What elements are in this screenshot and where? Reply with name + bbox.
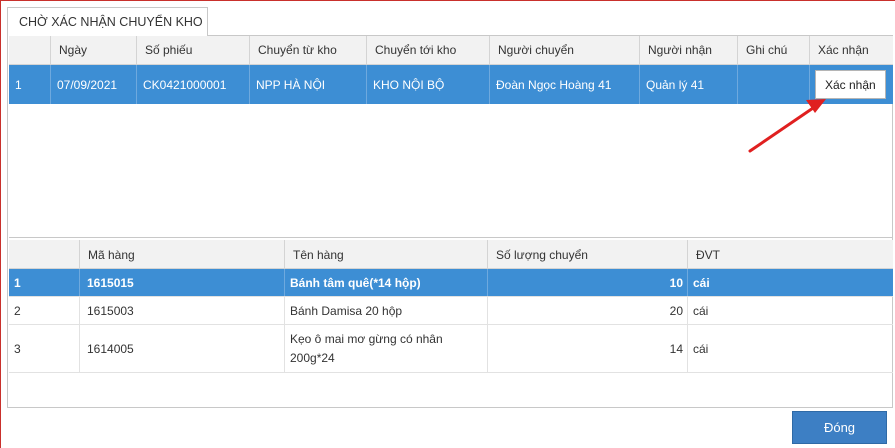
- cell-index: 2: [9, 297, 80, 324]
- table-row[interactable]: 1 07/09/2021 CK0421000001 NPP HÀ NỘI KHO…: [9, 65, 893, 104]
- col-header-index: [9, 36, 51, 64]
- transfer-grid: Ngày Số phiếu Chuyển từ kho Chuyển tới k…: [9, 36, 893, 238]
- col-header-ticket[interactable]: Số phiếu: [137, 36, 250, 64]
- cell-date: 07/09/2021: [51, 65, 137, 104]
- col-header-to-warehouse[interactable]: Chuyển tới kho: [367, 36, 490, 64]
- col-header-quantity[interactable]: Số lượng chuyển: [488, 240, 688, 268]
- table-row[interactable]: 2 1615003 Bánh Damisa 20 hộp 20 cái: [9, 297, 893, 325]
- cell-confirm: Xác nhận: [810, 65, 893, 104]
- cell-sender: Đoàn Ngọc Hoàng 41: [490, 65, 640, 104]
- cell-from-warehouse: NPP HÀ NỘI: [250, 65, 367, 104]
- cell-quantity: 14: [488, 325, 688, 372]
- cell-receiver: Quản lý 41: [640, 65, 738, 104]
- cell-index: 3: [9, 325, 80, 372]
- col-header-receiver[interactable]: Người nhận: [640, 36, 738, 64]
- window-left-border: [0, 0, 1, 448]
- col-header-item-name[interactable]: Tên hàng: [285, 240, 488, 268]
- table-row[interactable]: 1 1615015 Bánh tâm quê(*14 hộp) 10 cái: [9, 269, 893, 297]
- col-header-date[interactable]: Ngày: [51, 36, 137, 64]
- col-header-item-code[interactable]: Mã hàng: [80, 240, 285, 268]
- tab-label: CHỜ XÁC NHẬN CHUYỂN KHO: [19, 15, 203, 29]
- transfer-grid-header: Ngày Số phiếu Chuyển từ kho Chuyển tới k…: [9, 36, 893, 65]
- col-header-note[interactable]: Ghi chú: [738, 36, 810, 64]
- cell-quantity: 10: [488, 269, 688, 296]
- cell-item-code: 1615015: [80, 269, 285, 296]
- confirm-button[interactable]: Xác nhận: [815, 70, 886, 99]
- cell-note: [738, 65, 810, 104]
- col-header-index: [9, 240, 80, 268]
- col-header-unit[interactable]: ĐVT: [688, 240, 893, 268]
- cell-unit: cái: [693, 303, 709, 318]
- cell-item-code: 1615003: [80, 297, 285, 324]
- cell-item-name: Bánh Damisa 20 hộp: [285, 297, 488, 324]
- cell-item-code: 1614005: [80, 325, 285, 372]
- cell-to-warehouse: KHO NỘI BỘ: [367, 65, 490, 104]
- items-grid: Mã hàng Tên hàng Số lượng chuyển ĐVT 1 1…: [9, 240, 893, 373]
- items-grid-header: Mã hàng Tên hàng Số lượng chuyển ĐVT: [9, 240, 893, 269]
- table-row[interactable]: 3 1614005 Kẹo ô mai mơ gừng có nhân 200g…: [9, 325, 893, 373]
- close-button[interactable]: Đóng: [792, 411, 887, 444]
- cell-unit: cái: [693, 341, 709, 356]
- tab-panel: Ngày Số phiếu Chuyển từ kho Chuyển tới k…: [7, 35, 893, 408]
- cell-ticket: CK0421000001: [137, 65, 250, 104]
- window-top-border: [0, 0, 895, 1]
- cell-quantity: 20: [488, 297, 688, 324]
- cell-index: 1: [9, 65, 51, 104]
- cell-item-name: Bánh tâm quê(*14 hộp): [285, 269, 488, 296]
- col-header-sender[interactable]: Người chuyển: [490, 36, 640, 64]
- cell-index: 1: [9, 269, 80, 296]
- cell-unit: cái: [693, 275, 710, 290]
- tab-pending-transfer[interactable]: CHỜ XÁC NHẬN CHUYỂN KHO: [7, 7, 208, 36]
- cell-item-name: Kẹo ô mai mơ gừng có nhân 200g*24: [285, 325, 488, 372]
- col-header-from-warehouse[interactable]: Chuyển từ kho: [250, 36, 367, 64]
- col-header-confirm: Xác nhận: [818, 43, 869, 57]
